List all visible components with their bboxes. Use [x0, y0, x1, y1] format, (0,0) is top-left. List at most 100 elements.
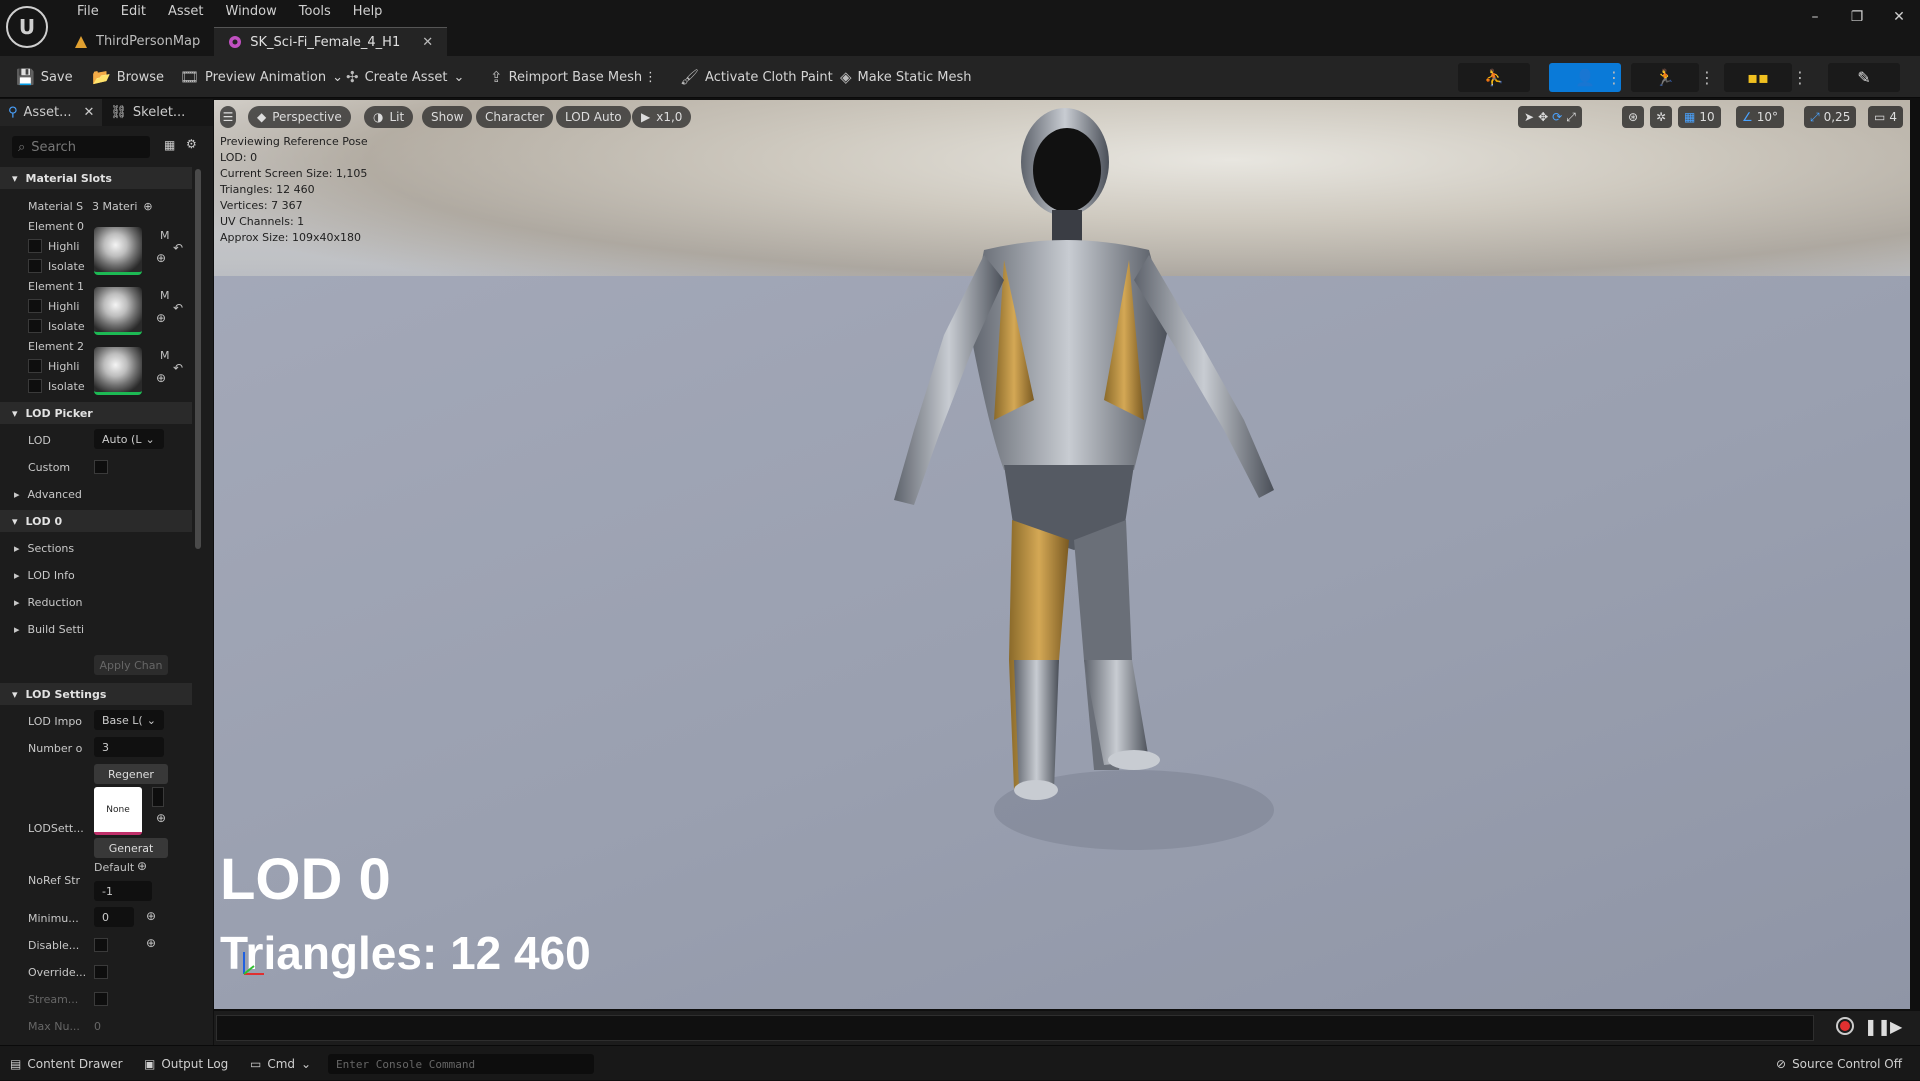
tab-skeletal-mesh[interactable]: SK_Sci-Fi_Female_4_H1 ✕	[214, 27, 448, 56]
material-thumbnail[interactable]	[94, 287, 142, 335]
record-icon[interactable]	[1836, 1017, 1854, 1035]
play-forward-icon[interactable]: ▶	[1890, 1017, 1902, 1036]
isolate-checkbox[interactable]	[28, 379, 42, 393]
browse-circle-icon[interactable]: ⊕	[156, 311, 166, 325]
table-view-icon[interactable]: ▦	[164, 138, 175, 152]
blueprint-mode-button[interactable]: ▪▪	[1724, 63, 1792, 92]
activate-cloth-paint-button[interactable]: 🖌 Activate Cloth Paint	[680, 56, 833, 98]
move-icon[interactable]: ✥	[1538, 110, 1548, 124]
lod-import-dropdown[interactable]: Base L(⌄	[94, 710, 164, 730]
animation-mode-button[interactable]: 🏃	[1631, 63, 1699, 92]
apply-changes-button[interactable]: Apply Chan	[94, 655, 168, 675]
tab-asset-details[interactable]: ⚲ Asset... ✕	[0, 99, 103, 126]
custom-checkbox[interactable]	[94, 460, 108, 474]
content-drawer-button[interactable]: ▤ Content Drawer	[10, 1046, 123, 1081]
browse-circle-icon[interactable]: ⊕	[156, 811, 166, 825]
menu-tools[interactable]: Tools	[288, 2, 342, 22]
reduction-row[interactable]: ▸ Reduction	[0, 591, 192, 613]
panel-scrollbar[interactable]	[195, 169, 201, 549]
settings-gear-icon[interactable]: ⚙	[186, 137, 197, 151]
select-arrow-icon[interactable]: ➤	[1524, 110, 1534, 124]
disable-checkbox[interactable]	[94, 938, 108, 952]
surface-snap-button[interactable]: ✲	[1650, 106, 1673, 128]
character-button[interactable]: Character	[476, 106, 554, 128]
add-circle-icon[interactable]: ⊕	[146, 909, 156, 923]
menu-window[interactable]: Window	[215, 2, 288, 22]
timeline-track[interactable]	[216, 1015, 1814, 1041]
highlight-checkbox[interactable]	[28, 359, 42, 373]
unreal-logo-icon[interactable]: U	[6, 6, 48, 48]
category-lod0[interactable]: ▾ LOD 0	[0, 510, 192, 532]
menu-asset[interactable]: Asset	[157, 2, 215, 22]
reset-arrow-icon[interactable]: ↶	[173, 241, 183, 255]
local-space-button[interactable]: ⊛	[1622, 106, 1645, 128]
add-circle-icon[interactable]: ⊕	[146, 936, 156, 950]
close-window-button[interactable]: ✕	[1878, 0, 1920, 34]
menu-edit[interactable]: Edit	[110, 2, 157, 22]
angle-snap-button[interactable]: ∠ 10°	[1736, 106, 1785, 128]
close-icon[interactable]: ✕	[83, 105, 94, 120]
pause-icon[interactable]: ❚❚	[1864, 1017, 1891, 1036]
output-log-button[interactable]: ▣ Output Log	[144, 1046, 228, 1081]
asset-picker[interactable]	[152, 787, 164, 807]
browse-circle-icon[interactable]: ⊕	[156, 251, 166, 265]
create-asset-dropdown[interactable]: ✣ Create Asset ⌄	[346, 56, 464, 98]
grid-snap-button[interactable]: ▦ 10	[1678, 106, 1721, 128]
physics-mode-button[interactable]: ✎	[1828, 63, 1900, 92]
character-mesh[interactable]	[214, 100, 1910, 1009]
save-button[interactable]: 💾 Save	[16, 56, 73, 98]
number-of-lods-input[interactable]: 3	[94, 737, 164, 757]
reimport-button[interactable]: ⇪ Reimport Base Mesh	[490, 56, 642, 98]
preview-animation-dropdown[interactable]: 🎞 Preview Animation ⌄	[180, 56, 343, 98]
add-circle-icon[interactable]: ⊕	[137, 859, 147, 873]
generate-button[interactable]: Generat	[94, 838, 168, 858]
isolate-checkbox[interactable]	[28, 319, 42, 333]
viewport[interactable]: ☰ ◆ Perspective ◑ Lit Show Character LOD A…	[214, 100, 1910, 1009]
scale-icon[interactable]: ⤢	[1566, 110, 1576, 125]
lod-auto-button[interactable]: LOD Auto	[556, 106, 631, 128]
mesh-mode-kebab[interactable]: ⋮	[1606, 63, 1622, 92]
advanced-row[interactable]: ▸ Advanced	[0, 483, 192, 505]
minimum-input[interactable]: 0	[94, 907, 134, 927]
material-thumbnail[interactable]	[94, 227, 142, 275]
make-static-mesh-button[interactable]: ◈ Make Static Mesh	[840, 56, 971, 98]
blueprint-mode-kebab[interactable]: ⋮	[1792, 63, 1808, 92]
scale-snap-button[interactable]: ⤢ 0,25	[1804, 106, 1857, 128]
reset-arrow-icon[interactable]: ↶	[173, 361, 183, 375]
source-control-button[interactable]: ⊘ Source Control Off	[1776, 1046, 1902, 1081]
lod-settings-thumbnail[interactable]: None	[94, 787, 142, 835]
highlight-checkbox[interactable]	[28, 299, 42, 313]
menu-help[interactable]: Help	[342, 2, 394, 22]
playback-speed-button[interactable]: ▶ x1,0	[632, 106, 692, 128]
browse-button[interactable]: 📂 Browse	[92, 56, 164, 98]
lod-info-row[interactable]: ▸ LOD Info	[0, 564, 192, 586]
cmd-dropdown[interactable]: ▭ Cmd ⌄	[250, 1046, 311, 1081]
console-input[interactable]: Enter Console Command	[328, 1054, 594, 1074]
build-settings-row[interactable]: ▸ Build Setti	[0, 618, 192, 640]
menu-file[interactable]: File	[66, 2, 110, 22]
add-circle-icon[interactable]: ⊕	[143, 200, 152, 213]
highlight-checkbox[interactable]	[28, 239, 42, 253]
lod-dropdown[interactable]: Auto (L ⌄	[94, 429, 164, 449]
material-thumbnail[interactable]	[94, 347, 142, 395]
perspective-button[interactable]: ◆ Perspective	[248, 106, 351, 128]
show-button[interactable]: Show	[422, 106, 473, 128]
restore-button[interactable]: ❐	[1836, 0, 1878, 34]
tab-skeleton-tree[interactable]: ⛓ Skelet...	[102, 99, 193, 126]
regenerate-button[interactable]: Regener	[94, 764, 168, 784]
noref-value-input[interactable]: -1	[94, 881, 152, 901]
camera-speed-button[interactable]: ▭ 4	[1868, 106, 1903, 128]
minimize-button[interactable]: –	[1794, 0, 1836, 34]
browse-circle-icon[interactable]: ⊕	[156, 371, 166, 385]
close-tab-icon[interactable]: ✕	[422, 35, 433, 50]
category-lod-picker[interactable]: ▾ LOD Picker	[0, 402, 192, 424]
category-lod-settings[interactable]: ▾ LOD Settings	[0, 683, 192, 705]
reimport-options-kebab[interactable]: ⋮	[644, 56, 657, 98]
lit-button[interactable]: ◑ Lit	[364, 106, 414, 128]
reset-arrow-icon[interactable]: ↶	[173, 301, 183, 315]
skeleton-mode-button[interactable]: ⛹	[1458, 63, 1530, 92]
sections-row[interactable]: ▸ Sections	[0, 537, 192, 559]
isolate-checkbox[interactable]	[28, 259, 42, 273]
search-input[interactable]: ⌕ Search	[12, 136, 150, 158]
stream-checkbox[interactable]	[94, 992, 108, 1006]
